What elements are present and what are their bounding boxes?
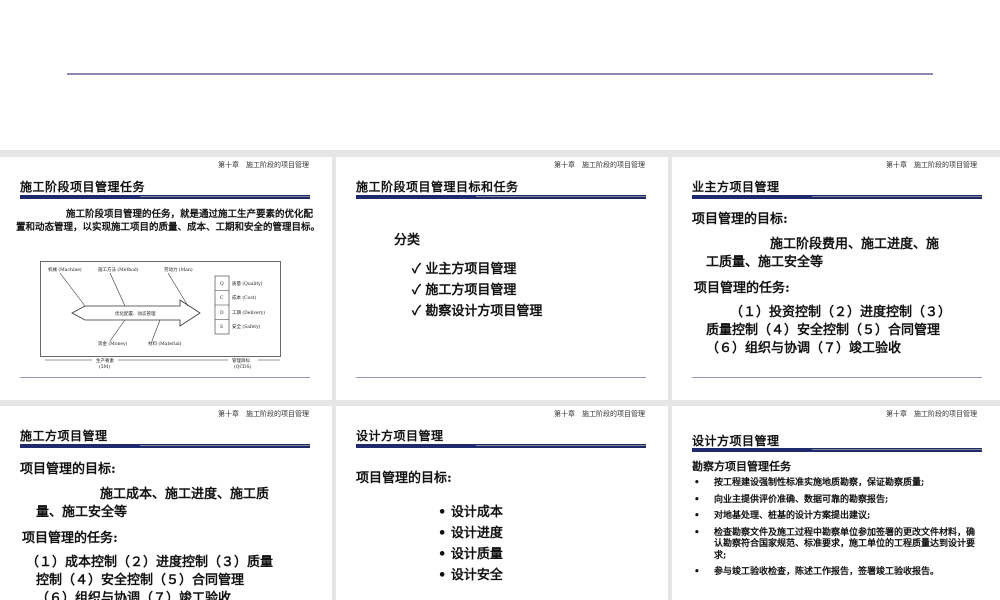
- factors-label: 生产要素: [96, 357, 114, 364]
- s-letter: S: [220, 324, 223, 330]
- check-item-label: 勘察设计方项目管理: [425, 304, 543, 319]
- slide-1[interactable]: 第十章 施工阶段的项目管理 施工阶段项目管理任务 施工阶段项目管理的任务，就是通…: [0, 157, 332, 400]
- arrow-label: 优化配置、动态管理: [115, 310, 156, 317]
- chapter-label: 第十章 施工阶段的项目管理: [886, 161, 977, 169]
- category-heading: 分类: [394, 233, 421, 248]
- list-item: 按工程建设强制性标准实施地质勘察，保证勘察质量;: [692, 478, 982, 490]
- title-underline: [356, 444, 646, 448]
- chapter-label: 第十章 施工阶段的项目管理: [218, 161, 309, 169]
- cost-label: 成本 (Cost): [232, 294, 256, 301]
- check-item: ✓ 勘察设计方项目管理: [412, 304, 543, 319]
- goals-abbr: (QCDS): [234, 363, 252, 370]
- slide-body: 施工阶段项目管理的任务，就是通过施工生产要素的优化配置和动态管理，以实现施工项目…: [16, 209, 321, 233]
- goal-item-label: 设计质量: [450, 547, 503, 562]
- bottom-rule: [20, 377, 310, 378]
- machine-label: 机械 (Machine): [48, 266, 82, 273]
- c-letter: C: [220, 295, 224, 301]
- goal-label: 项目管理的目标:: [20, 462, 116, 477]
- slide-5[interactable]: 第十章 施工阶段的项目管理 设计方项目管理 项目管理的目标: • 设计成本 • …: [336, 406, 668, 600]
- task-label: 项目管理的任务:: [22, 531, 118, 546]
- goal-line: 工质量、施工安全等: [706, 255, 824, 270]
- chapter-label: 第十章 施工阶段的项目管理: [554, 161, 645, 169]
- check-item-label: 施工方项目管理: [425, 283, 517, 298]
- list-item: 对地基处理、桩基的设计方案提出建议;: [692, 511, 982, 523]
- method-label: 施工方法 (Method): [98, 266, 139, 273]
- goal-line: 量、施工安全等: [36, 505, 128, 520]
- goal-item-label: 设计安全: [450, 568, 503, 583]
- check-item: ✓ 施工方项目管理: [412, 283, 517, 298]
- goal-item: • 设计进度: [438, 526, 503, 541]
- check-item: ✓ 业主方项目管理: [412, 262, 517, 277]
- goal-item: • 设计成本: [438, 505, 503, 520]
- title-underline: [692, 195, 982, 199]
- list-item: 检查勘察文件及施工过程中勘察单位参加签署的更改文件材料，确认勘察符合国家规范、标…: [692, 528, 982, 563]
- task-line: 控制（４）安全控制（５）合同管理: [36, 573, 245, 588]
- man-label: 劳动力 (Man): [164, 266, 193, 273]
- slide-title: 施工方项目管理: [20, 429, 108, 443]
- material-label: 材料 (Material): [148, 340, 182, 347]
- task-heading: 勘察方项目管理任务: [692, 460, 791, 473]
- delivery-label: 工期 (Delivery): [232, 309, 265, 316]
- task-label: 项目管理的任务:: [694, 281, 790, 296]
- quality-label: 质量 (Quality): [232, 280, 263, 287]
- goal-item-label: 设计进度: [450, 526, 503, 541]
- title-underline: [20, 195, 310, 199]
- q-letter: Q: [220, 281, 224, 287]
- goal-item: • 设计质量: [438, 547, 503, 562]
- goal-line: 施工成本、施工进度、施工质: [100, 487, 270, 502]
- chapter-label: 第十章 施工阶段的项目管理: [886, 410, 977, 418]
- goal-label: 项目管理的目标:: [356, 471, 452, 486]
- chapter-label: 第十章 施工阶段的项目管理: [554, 410, 645, 418]
- goal-line: 施工阶段费用、施工进度、施: [770, 237, 940, 252]
- task-line: （６）组织与协调（７）竣工验收: [706, 341, 902, 356]
- title-underline: [356, 195, 646, 199]
- slide-3[interactable]: 第十章 施工阶段的项目管理 业主方项目管理 项目管理的目标: 施工阶段费用、施工…: [672, 157, 1000, 400]
- list-item: 向业主提供评价准确、数据可靠的勘察报告;: [692, 495, 982, 507]
- slide-title: 施工阶段项目管理任务: [20, 180, 146, 194]
- task-line: （６）组织与协调（７）竣工验收: [36, 591, 232, 600]
- task-line: （１）投资控制（２）进度控制（３）: [730, 305, 952, 320]
- d-letter: D: [220, 310, 224, 316]
- bottom-rule: [692, 377, 982, 378]
- goal-item: • 设计安全: [438, 568, 503, 583]
- goal-label: 项目管理的目标:: [692, 212, 788, 227]
- management-diagram: 优化配置、动态管理 机械 (Machine) 施工方法 (Method) 劳动力…: [40, 261, 281, 370]
- slide-2[interactable]: 第十章 施工阶段的项目管理 施工阶段项目管理目标和任务 分类 ✓ 业主方项目管理…: [336, 157, 668, 400]
- slide-title: 业主方项目管理: [692, 180, 780, 194]
- task-line: （１）成本控制（２）进度控制（３）质量: [26, 555, 274, 570]
- goal-item-label: 设计成本: [450, 505, 503, 520]
- factors-abbr: (5M): [99, 363, 110, 370]
- slide-title: 施工阶段项目管理目标和任务: [356, 180, 519, 194]
- task-line: 质量控制（４）安全控制（５）合同管理: [706, 323, 941, 338]
- slide-6[interactable]: 第十章 施工阶段的项目管理 设计方项目管理 勘察方项目管理任务 按工程建设强制性…: [672, 406, 1000, 600]
- goals-label: 管理目标: [232, 357, 250, 364]
- chapter-label: 第十章 施工阶段的项目管理: [218, 410, 309, 418]
- list-item: 参与竣工验收检查，陈述工作报告，签署竣工验收报告。: [692, 567, 982, 579]
- safety-label: 安全 (Safety): [232, 323, 261, 330]
- slide-title: 设计方项目管理: [356, 429, 444, 443]
- money-label: 资金 (Money): [98, 340, 128, 347]
- bottom-rule: [356, 377, 646, 378]
- slide-title: 设计方项目管理: [692, 434, 780, 448]
- task-list: 按工程建设强制性标准实施地质勘察，保证勘察质量; 向业主提供评价准确、数据可靠的…: [692, 478, 982, 584]
- title-underline: [692, 448, 982, 452]
- title-underline: [20, 444, 310, 448]
- check-item-label: 业主方项目管理: [425, 262, 517, 277]
- slide-4[interactable]: 第十章 施工阶段的项目管理 施工方项目管理 项目管理的目标: 施工成本、施工进度…: [0, 406, 332, 600]
- top-divider: [67, 73, 933, 75]
